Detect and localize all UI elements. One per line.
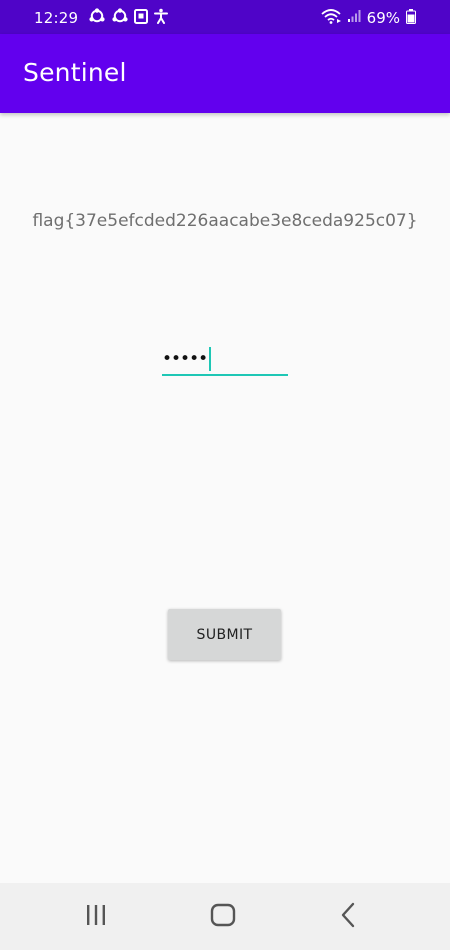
- text-cursor: [209, 347, 212, 371]
- battery-percent: 69%: [366, 9, 400, 27]
- back-icon: [340, 902, 356, 932]
- screenshot-icon: [134, 8, 149, 28]
- status-bar: 12:29 69%: [0, 0, 450, 34]
- app-bar: Sentinel: [0, 34, 450, 113]
- navigation-bar: [0, 883, 450, 950]
- app-title: Sentinel: [23, 58, 127, 87]
- home-icon: [210, 903, 236, 931]
- submit-button[interactable]: SUBMIT: [168, 609, 281, 660]
- flag-text: flag{37e5efcded226aacabe3e8ceda925c07}: [32, 211, 418, 231]
- status-notification-icons: [88, 8, 169, 28]
- status-right: 69%: [321, 8, 416, 28]
- status-left: 12:29: [34, 8, 169, 28]
- back-button[interactable]: [328, 901, 368, 933]
- recent-apps-icon: [84, 904, 108, 930]
- password-masked-text: •••••: [162, 349, 208, 369]
- password-input[interactable]: •••••: [162, 340, 288, 378]
- home-button[interactable]: [203, 901, 243, 933]
- screen: 12:29 69% Sentinel flag{37e5efcded226aac…: [0, 0, 450, 950]
- recent-apps-button[interactable]: [76, 901, 116, 933]
- password-field-value[interactable]: •••••: [162, 344, 212, 374]
- password-field-underline: [162, 374, 288, 376]
- status-time: 12:29: [34, 9, 79, 27]
- signal-icon: [347, 9, 361, 27]
- wifi-icon: [321, 8, 341, 28]
- accessibility-icon: [153, 8, 169, 28]
- sync-icon: [88, 8, 106, 28]
- battery-icon: [406, 8, 416, 28]
- sync-icon: [111, 8, 129, 28]
